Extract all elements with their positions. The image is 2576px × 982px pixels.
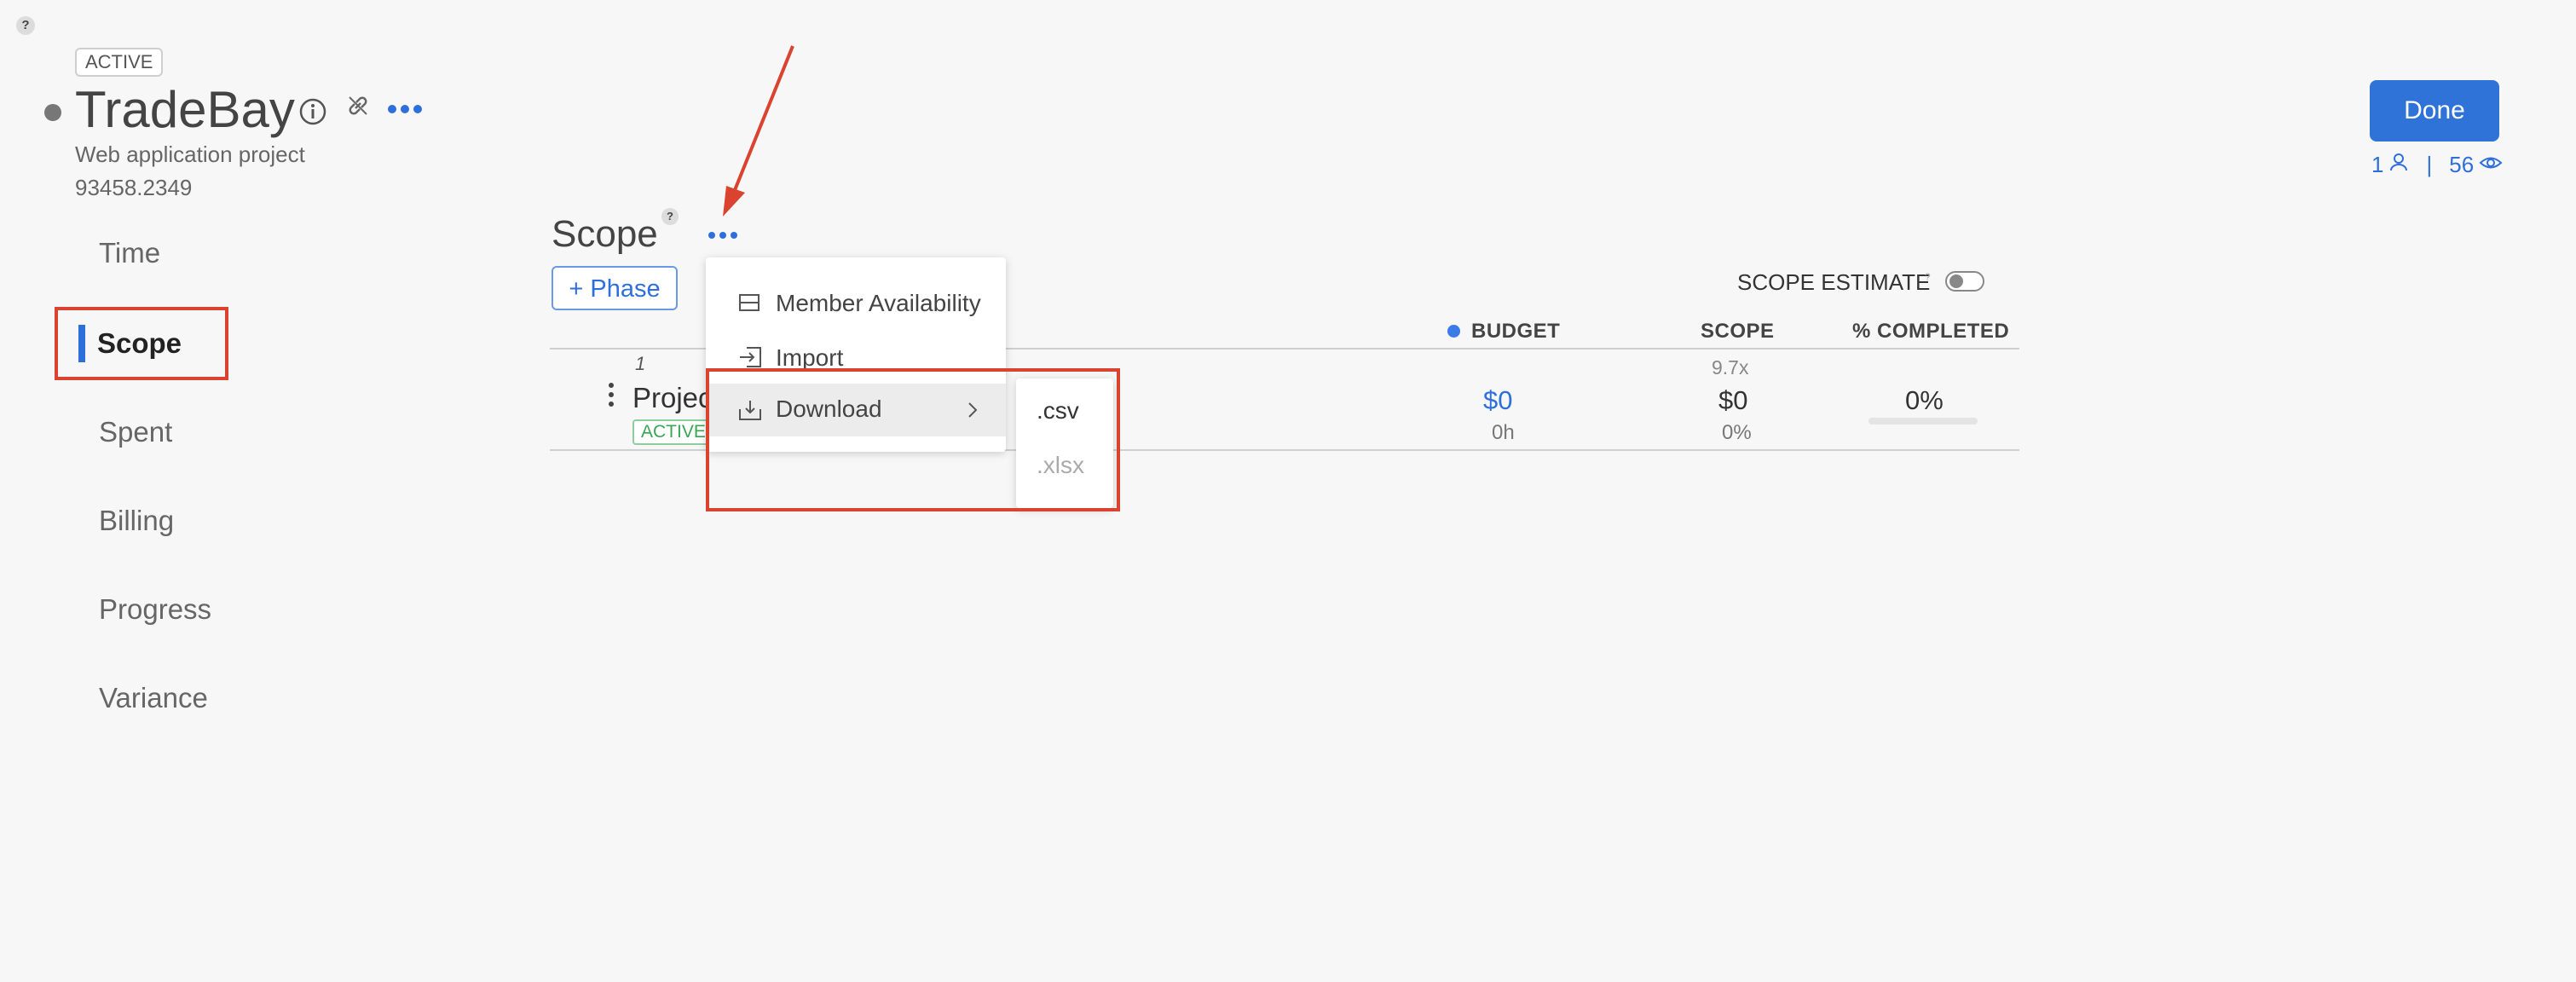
row-status-badge: ACTIVE [632,419,714,445]
row-budget-value[interactable]: $0 [1483,385,1512,416]
user-icon [2388,152,2409,178]
row-scope-value: $0 [1718,385,1748,415]
menu-item-member-availability[interactable]: Member Availability [706,280,1006,327]
completed-header: % COMPLETED [1852,320,2010,343]
project-status-badge: ACTIVE [75,48,164,77]
budget-dot [1447,325,1460,338]
sidebar-item-variance[interactable]: Variance [99,682,208,714]
row-name[interactable]: Projec [632,382,713,414]
row-scope-percent: 0% [1722,421,1752,444]
sidebar-item-spent[interactable]: Spent [99,416,172,448]
counts-separator: | [2426,152,2433,177]
estimate-help-icon[interactable]: ? [1925,271,1931,283]
link-icon[interactable] [344,92,372,124]
viewers-count: 56 [2449,152,2475,177]
header-counts: 1 | 56 [2371,152,2503,178]
project-status-dot [44,104,61,121]
calendar-icon [738,293,760,316]
sidebar-item-time[interactable]: Time [99,237,160,269]
budget-header: BUDGET [1471,320,1561,343]
row-budget-hours: 0h [1492,421,1515,444]
annotation-arrow [723,45,794,217]
done-button[interactable]: Done [2370,80,2499,142]
row-drag-handle-icon[interactable] [607,382,615,412]
row-scope-multiplier: 9.7x [1712,356,1749,378]
eye-icon [2479,152,2503,178]
scope-title: Scope [552,213,658,255]
menu-item-label: Member Availability [776,290,981,316]
row-completed-value: 0% [1905,385,1944,415]
project-code: 93458.2349 [75,175,193,200]
scope-estimate-toggle[interactable] [1945,271,1984,292]
scope-estimate-label: SCOPE ESTIMATE [1737,269,1931,295]
project-more-icon[interactable] [387,101,423,122]
sidebar-active-indicator [78,325,85,362]
add-phase-button[interactable]: + Phase [552,266,678,310]
info-icon[interactable] [298,97,327,130]
project-title: TradeBay [75,81,295,138]
scope-more-icon[interactable] [708,229,738,246]
scope-help-icon[interactable]: ? [661,208,679,225]
help-icon[interactable]: ? [16,16,35,35]
members-count: 1 [2371,152,2384,177]
sidebar-item-billing[interactable]: Billing [99,505,174,537]
sidebar-item-scope[interactable]: Scope [97,327,182,360]
row-completed-progress-bar [1868,418,1978,425]
highlight-box-download [706,368,1120,511]
row-index: 1 [635,353,646,374]
sidebar-item-progress[interactable]: Progress [99,593,211,626]
project-description: Web application project [75,142,305,167]
scope-header: SCOPE [1701,320,1775,343]
